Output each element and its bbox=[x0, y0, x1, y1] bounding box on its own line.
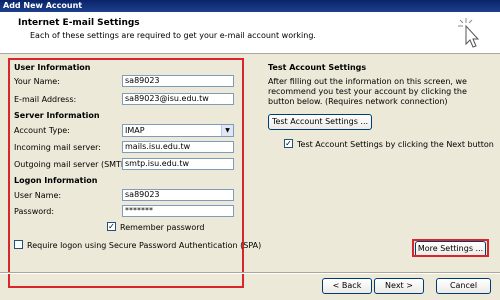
your-name-label: Your Name: bbox=[14, 77, 60, 86]
window-title: Add New Account bbox=[0, 0, 500, 12]
password-field[interactable]: ******* bbox=[122, 205, 234, 217]
header-panel: Internet E-mail Settings Each of these s… bbox=[0, 12, 500, 54]
test-settings-description: After filling out the information on thi… bbox=[268, 77, 467, 106]
more-settings-highlight bbox=[412, 239, 489, 257]
footer-divider bbox=[0, 272, 500, 274]
remember-password-label: Remember password bbox=[120, 223, 205, 232]
server-info-heading: Server Information bbox=[14, 111, 100, 120]
account-type-value: IMAP bbox=[125, 126, 145, 135]
user-name-label: User Name: bbox=[14, 191, 62, 200]
cancel-button[interactable]: Cancel bbox=[436, 278, 491, 294]
spa-label: Require logon using Secure Password Auth… bbox=[27, 241, 262, 250]
user-info-heading: User Information bbox=[14, 63, 91, 72]
logon-info-heading: Logon Information bbox=[14, 176, 98, 185]
incoming-server-label: Incoming mail server: bbox=[14, 143, 101, 152]
chevron-down-icon[interactable]: ▼ bbox=[221, 125, 233, 136]
account-type-select[interactable]: IMAP ▼ bbox=[122, 124, 234, 137]
email-label: E-mail Address: bbox=[14, 95, 77, 104]
user-name-field[interactable]: sa89023 bbox=[122, 189, 234, 201]
your-name-field[interactable]: sa89023 bbox=[122, 75, 234, 87]
next-button[interactable]: Next > bbox=[374, 278, 424, 294]
header-title: Internet E-mail Settings bbox=[18, 18, 140, 28]
test-on-next-checkbox[interactable]: ✓ bbox=[284, 139, 293, 148]
outgoing-server-field[interactable]: smtp.isu.edu.tw bbox=[122, 158, 234, 170]
password-label: Password: bbox=[14, 207, 55, 216]
test-on-next-label: Test Account Settings by clicking the Ne… bbox=[297, 140, 494, 149]
spa-checkbox[interactable] bbox=[14, 240, 23, 249]
settings-body: User Information Your Name: sa89023 E-ma… bbox=[0, 55, 500, 288]
cursor-click-icon bbox=[458, 18, 480, 48]
account-type-label: Account Type: bbox=[14, 126, 70, 135]
outgoing-server-label: Outgoing mail server (SMTP): bbox=[14, 160, 132, 169]
remember-password-checkbox[interactable]: ✓ bbox=[107, 222, 116, 231]
test-account-settings-button[interactable]: Test Account Settings ... bbox=[268, 114, 372, 130]
header-subtitle: Each of these settings are required to g… bbox=[30, 31, 316, 40]
incoming-server-field[interactable]: mails.isu.edu.tw bbox=[122, 141, 234, 153]
back-button[interactable]: < Back bbox=[322, 278, 372, 294]
test-settings-heading: Test Account Settings bbox=[268, 63, 367, 72]
email-field[interactable]: sa89023@isu.edu.tw bbox=[122, 93, 234, 105]
